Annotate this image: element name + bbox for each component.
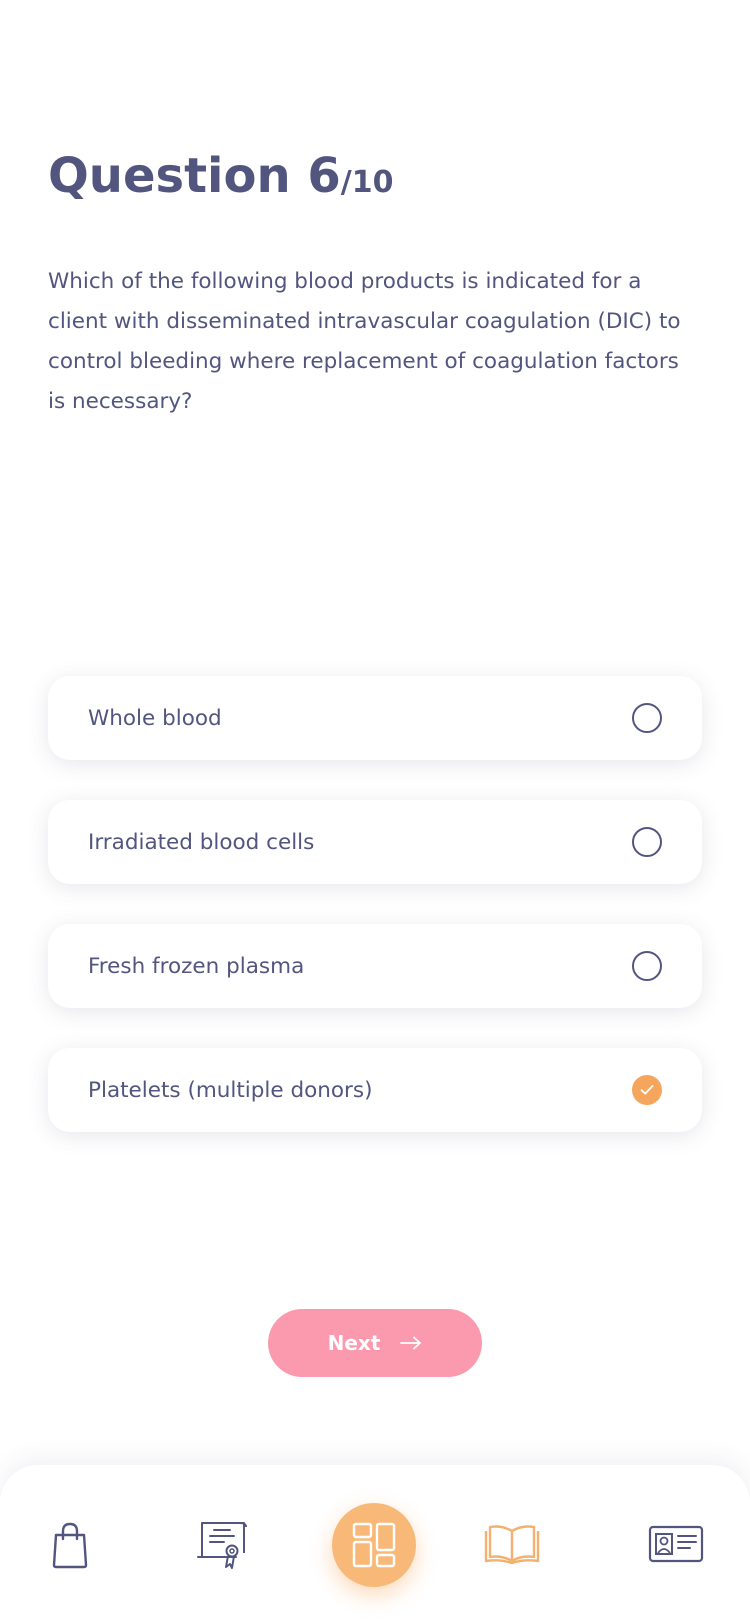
radio-button[interactable]	[632, 703, 662, 733]
option-fresh-frozen-plasma[interactable]: Fresh frozen plasma	[48, 924, 702, 1008]
option-label: Fresh frozen plasma	[88, 953, 305, 979]
question-number: Question 6	[48, 148, 341, 204]
tab-shop[interactable]	[44, 1517, 96, 1573]
option-label: Platelets (multiple donors)	[88, 1077, 373, 1103]
option-irradiated-blood-cells[interactable]: Irradiated blood cells	[48, 800, 702, 884]
option-label: Irradiated blood cells	[88, 829, 315, 855]
bottom-tab-bar	[0, 1465, 750, 1624]
shopping-bag-icon	[52, 1522, 88, 1569]
dashboard-icon	[352, 1522, 396, 1568]
checkmark-icon	[640, 1085, 654, 1095]
question-total: /10	[340, 165, 394, 200]
tab-certificates[interactable]	[192, 1517, 252, 1573]
radio-button-checked[interactable]	[632, 1075, 662, 1105]
next-button[interactable]: Next	[268, 1309, 482, 1377]
tab-dashboard[interactable]	[332, 1503, 416, 1587]
option-whole-blood[interactable]: Whole blood	[48, 676, 702, 760]
question-text: Which of the following blood products is…	[48, 269, 681, 414]
quiz-screen: Question 6/10 Which of the following blo…	[0, 0, 750, 1624]
tab-library[interactable]	[482, 1519, 542, 1569]
book-icon	[484, 1525, 540, 1565]
id-card-icon	[648, 1525, 704, 1563]
answer-options: Whole blood Irradiated blood cells Fresh…	[48, 676, 702, 1172]
arrow-right-icon	[400, 1336, 422, 1350]
option-platelets[interactable]: Platelets (multiple donors)	[48, 1048, 702, 1132]
tab-profile[interactable]	[646, 1521, 706, 1567]
next-button-label: Next	[327, 1331, 381, 1355]
radio-button[interactable]	[632, 951, 662, 981]
radio-button[interactable]	[632, 827, 662, 857]
page-title: Question 6/10	[48, 148, 393, 204]
option-label: Whole blood	[88, 705, 222, 731]
certificate-icon	[197, 1522, 247, 1569]
